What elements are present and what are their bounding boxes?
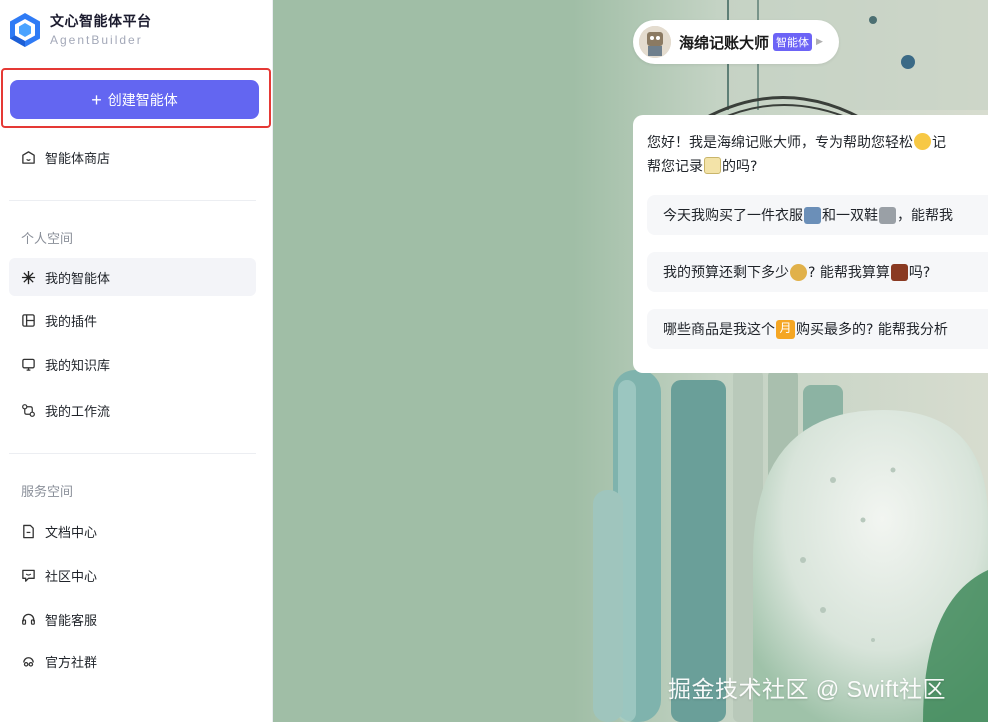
community-icon <box>21 654 36 669</box>
nav-label: 官方社群 <box>45 655 98 671</box>
suggestion-chip[interactable]: 今天我购买了一件衣服 和一双鞋 ，能帮我 <box>647 195 988 235</box>
suggestion-text: 吗? <box>908 265 931 281</box>
nav-item-store[interactable]: 智能体商店 <box>9 138 256 176</box>
chat-welcome-card: 您好！我是海绵记账大师，专为帮助您轻松 记 帮您记录 的吗? 今天我购买了一件衣服 和… <box>633 115 988 373</box>
nav-item-support[interactable]: 智能客服 <box>9 600 256 638</box>
month-icon: 月 <box>776 319 795 339</box>
agent-avatar <box>639 26 671 58</box>
sparkle-icon <box>21 270 36 285</box>
greeting-text: 的吗? <box>722 159 758 175</box>
nav-item-official-group[interactable]: 官方社群 <box>9 642 256 680</box>
nav-label: 我的插件 <box>45 314 98 330</box>
suggestion-chip[interactable]: 我的预算还剩下多少 ? 能帮我算算 吗? <box>647 252 988 292</box>
winking-face-icon <box>914 133 931 150</box>
layout-icon <box>21 313 36 328</box>
section-title-service: 服务空间 <box>21 485 74 500</box>
create-button-highlight: + 创建智能体 <box>1 68 271 128</box>
nav-label: 智能客服 <box>45 613 98 629</box>
caret-right-icon: ▶ <box>816 37 823 47</box>
suggestion-text: ，能帮我 <box>897 208 953 224</box>
agent-header-pill[interactable]: 海绵记账大师 智能体 ▶ <box>633 20 839 64</box>
nav-item-my-workflow[interactable]: 我的工作流 <box>9 391 256 429</box>
nav-item-my-plugins[interactable]: 我的插件 <box>9 301 256 339</box>
brand-title: 文心智能体平台 <box>50 13 152 30</box>
nav-item-docs[interactable]: 文档中心 <box>9 512 256 550</box>
logo-icon <box>10 13 40 47</box>
greeting-text: 帮您记录 <box>647 159 703 175</box>
nav-label: 我的工作流 <box>45 404 111 420</box>
suggestion-text: 我的预算还剩下多少 <box>663 265 789 281</box>
suggestion-chip[interactable]: 哪些商品是我这个月购买最多的? 能帮我分析 <box>647 309 988 349</box>
brand[interactable]: 文心智能体平台 AgentBuilder <box>8 10 152 50</box>
create-agent-label: 创建智能体 <box>107 91 178 108</box>
main-preview: 海绵记账大师 智能体 ▶ 您好！我是海绵记账大师，专为帮助您轻松 记 帮您记录 的吗… <box>273 0 988 722</box>
agent-name: 海绵记账大师 <box>679 33 770 52</box>
nav-label: 社区中心 <box>45 569 98 585</box>
chat-icon <box>21 568 36 583</box>
clothes-icon <box>804 206 821 224</box>
background-panel <box>273 0 603 722</box>
greeting-message: 您好！我是海绵记账大师，专为帮助您轻松 记 帮您记录 的吗? <box>647 131 988 179</box>
suggestion-text: 今天我购买了一件衣服 <box>663 208 803 224</box>
headset-icon <box>21 612 36 627</box>
agent-badge: 智能体 <box>773 33 813 51</box>
section-title-personal: 个人空间 <box>21 232 74 247</box>
watermark: 掘金技术社区 @ Swift社区 <box>668 676 946 702</box>
sidebar: 文心智能体平台 AgentBuilder + 创建智能体 智能体商店 个人空间 … <box>0 0 273 722</box>
abacus-icon <box>890 263 908 281</box>
memo-icon <box>704 157 721 174</box>
document-icon <box>21 524 36 539</box>
shoe-icon <box>879 206 896 224</box>
plus-icon: + <box>91 89 102 110</box>
store-icon <box>21 150 36 165</box>
greeting-text: 记 <box>932 135 946 151</box>
monitor-icon <box>21 357 36 372</box>
greeting-text: 您好！我是海绵记账大师，专为帮助您轻松 <box>647 135 913 151</box>
nav-label: 我的知识库 <box>45 358 111 374</box>
nav-label: 智能体商店 <box>45 151 111 167</box>
suggestion-text: ? 能帮我算算 <box>808 265 890 281</box>
nav-label: 文档中心 <box>45 525 98 541</box>
divider <box>9 200 256 201</box>
nav-item-my-agents[interactable]: 我的智能体 <box>9 258 256 296</box>
nav-label: 我的智能体 <box>45 271 111 287</box>
divider <box>9 453 256 454</box>
brand-subtitle: AgentBuilder <box>50 32 143 47</box>
nav-item-my-knowledge[interactable]: 我的知识库 <box>9 345 256 383</box>
suggestion-text: 和一双鞋 <box>822 208 878 224</box>
workflow-icon <box>21 403 36 418</box>
suggestion-text: 哪些商品是我这个 <box>663 322 775 338</box>
suggestion-text: 购买最多的? 能帮我分析 <box>796 322 948 338</box>
nav-item-community[interactable]: 社区中心 <box>9 556 256 594</box>
create-agent-button[interactable]: + 创建智能体 <box>10 80 259 119</box>
money-bag-icon <box>790 263 807 281</box>
